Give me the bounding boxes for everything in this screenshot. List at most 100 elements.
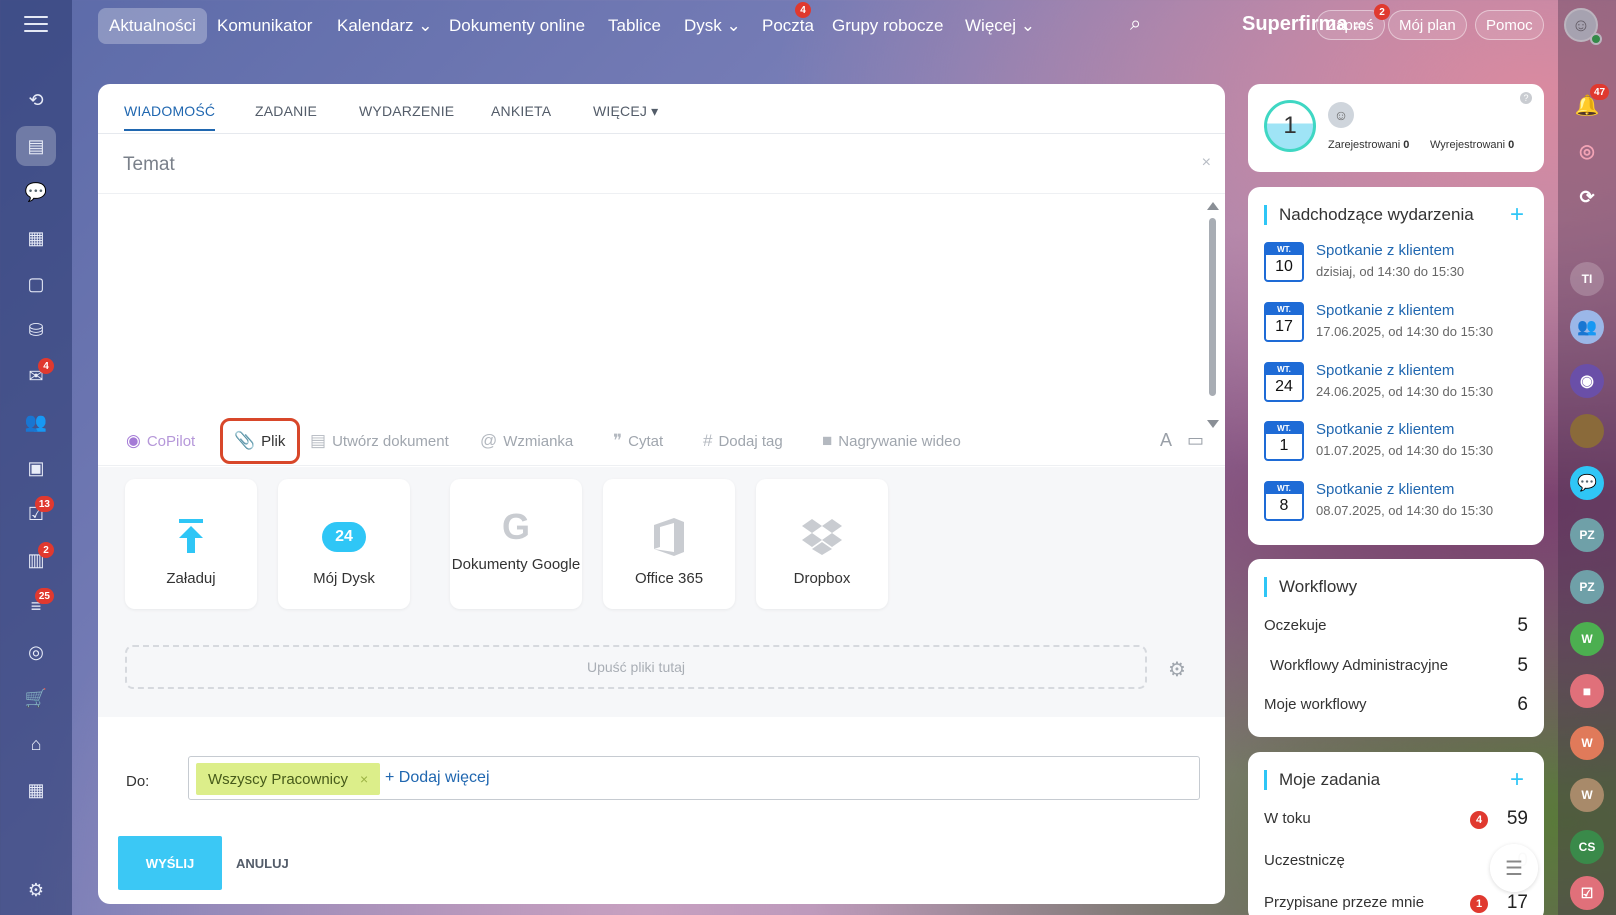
- recipient-chip[interactable]: Wszyscy Pracownicy ×: [196, 763, 381, 795]
- contact-avatar[interactable]: TI: [1570, 262, 1604, 296]
- nav-drive[interactable]: Dysk ⌄: [673, 8, 752, 44]
- user-avatar-small[interactable]: ☺: [1328, 102, 1354, 128]
- event-title[interactable]: Spotkanie z klientem: [1316, 421, 1454, 438]
- list-menu-icon[interactable]: ☰: [1490, 844, 1538, 892]
- event-title[interactable]: Spotkanie z klientem: [1316, 242, 1454, 259]
- workflow-row[interactable]: Workflowy Administracyjne 5: [1270, 655, 1528, 676]
- drive-cloud-icon: 24: [322, 517, 366, 557]
- tab-more[interactable]: WIĘCEJ ▾: [593, 103, 658, 120]
- settings-icon[interactable]: ⚙: [16, 870, 56, 910]
- task-row[interactable]: Przypisane przeze mnie 1 17: [1264, 892, 1528, 913]
- add-task-icon[interactable]: +: [1510, 766, 1524, 794]
- subject-input[interactable]: Temat: [123, 154, 175, 176]
- quote-button[interactable]: ❞ Cytat: [613, 431, 663, 451]
- workflow-row[interactable]: Oczekuje 5: [1264, 615, 1528, 636]
- nav-mail[interactable]: Poczta: [751, 8, 825, 44]
- nav-calendar[interactable]: Kalendarz ⌄: [326, 8, 444, 44]
- office365-button[interactable]: Office 365: [603, 479, 735, 609]
- create-document-button[interactable]: ▤ Utwórz dokument: [310, 431, 449, 451]
- cancel-button[interactable]: ANULUJ: [236, 856, 289, 871]
- event-title[interactable]: Spotkanie z klientem: [1316, 302, 1454, 319]
- contact-avatar[interactable]: W: [1570, 726, 1604, 760]
- my-plan-button[interactable]: Mój plan: [1388, 10, 1467, 40]
- schedule-icon[interactable]: ▦: [16, 770, 56, 810]
- tag-button[interactable]: # Dodaj tag: [703, 431, 783, 451]
- dropbox-button[interactable]: Dropbox: [756, 479, 888, 609]
- message-editor[interactable]: [98, 196, 1195, 411]
- crm-icon[interactable]: ▥ 2: [16, 540, 56, 580]
- my-drive-button[interactable]: 24 Mój Dysk: [278, 479, 410, 609]
- scrollbar-thumb[interactable]: [1209, 218, 1216, 396]
- create-document-label: Utwórz dokument: [332, 432, 449, 450]
- tab-message[interactable]: WIADOMOŚĆ: [124, 103, 216, 131]
- file-dropzone[interactable]: Upuść pliki tutaj: [125, 645, 1147, 689]
- task-row[interactable]: Uczestniczę0: [1264, 850, 1528, 871]
- contact-avatar[interactable]: CS: [1570, 830, 1604, 864]
- workflow-row[interactable]: Moje workflowy 6: [1264, 694, 1528, 715]
- funnel-icon[interactable]: ≡ 25: [16, 586, 56, 626]
- contact-avatar-photo[interactable]: [1570, 414, 1604, 448]
- video-record-button[interactable]: ■ Nagrywanie wideo: [822, 431, 961, 451]
- recipients-field[interactable]: Wszyscy Pracownicy × + Dodaj więcej: [188, 756, 1200, 800]
- contact-avatar[interactable]: W: [1570, 622, 1604, 656]
- help-icon[interactable]: ?: [1520, 92, 1532, 104]
- video-call-icon[interactable]: ■: [1570, 674, 1604, 708]
- upload-button[interactable]: Załaduj: [125, 479, 257, 609]
- copilot-button[interactable]: ◉ CoPilot: [126, 431, 195, 451]
- chat-bubble-icon[interactable]: 💬: [1570, 466, 1604, 500]
- remove-recipient-icon[interactable]: ×: [360, 771, 368, 787]
- event-title[interactable]: Spotkanie z klientem: [1316, 362, 1454, 379]
- contact-avatar[interactable]: PZ: [1570, 570, 1604, 604]
- tab-task[interactable]: ZADANIE: [255, 103, 317, 119]
- checklist-icon[interactable]: ☑: [1570, 876, 1604, 910]
- tab-poll[interactable]: ANKIETA: [491, 103, 551, 119]
- search-icon[interactable]: ⌕: [1130, 13, 1141, 36]
- editor-scrollbar[interactable]: [1207, 202, 1219, 428]
- nav-news[interactable]: Aktualności: [98, 8, 207, 44]
- sitemap-icon[interactable]: ⟲: [16, 80, 56, 120]
- layout-toggle-icon[interactable]: ▭: [1187, 430, 1204, 451]
- target-icon[interactable]: ◎: [1570, 134, 1604, 168]
- contact-avatar[interactable]: PZ: [1570, 518, 1604, 552]
- tasks-icon[interactable]: ☑ 13: [16, 494, 56, 534]
- camera-icon[interactable]: ◉: [1570, 364, 1604, 398]
- workflow-label: Oczekuje: [1264, 617, 1327, 634]
- task-row[interactable]: W toku 4 59: [1264, 808, 1528, 829]
- event-weekday: WT.: [1266, 483, 1302, 494]
- help-button[interactable]: Pomoc: [1475, 10, 1544, 40]
- feed-icon[interactable]: ▤: [16, 126, 56, 166]
- group-avatar-icon[interactable]: 👥: [1570, 310, 1604, 344]
- registered-label: Zarejestrowani 0: [1328, 139, 1409, 151]
- drive-icon[interactable]: ⛁: [16, 310, 56, 350]
- board-icon[interactable]: ▣: [16, 448, 56, 488]
- document-icon[interactable]: ▢: [16, 264, 56, 304]
- scroll-up-icon[interactable]: [1207, 202, 1219, 210]
- nav-boards[interactable]: Tablice: [597, 8, 672, 44]
- contacts-icon[interactable]: 👥: [16, 402, 56, 442]
- text-format-icon[interactable]: A: [1160, 430, 1172, 451]
- gear-icon[interactable]: ⚙: [1168, 657, 1186, 682]
- presence-counter[interactable]: 1: [1264, 100, 1316, 152]
- calendar-icon[interactable]: ▦: [16, 218, 56, 258]
- add-event-icon[interactable]: +: [1510, 201, 1524, 229]
- mail-icon[interactable]: ✉ 4: [16, 356, 56, 396]
- send-button[interactable]: WYŚLIJ: [118, 836, 222, 890]
- add-more-recipients-link[interactable]: + Dodaj więcej: [385, 769, 490, 787]
- nav-more[interactable]: Więcej ⌄: [954, 8, 1046, 44]
- history-chat-icon[interactable]: ⟳: [1570, 180, 1604, 214]
- mention-button[interactable]: @ Wzmianka: [480, 431, 573, 451]
- nav-workgroups[interactable]: Grupy robocze: [821, 8, 955, 44]
- target-icon[interactable]: ◎: [16, 632, 56, 672]
- tab-event[interactable]: WYDARZENIE: [359, 103, 454, 119]
- cart-icon[interactable]: 🛒: [16, 678, 56, 718]
- store-icon[interactable]: ⌂: [16, 724, 56, 764]
- nav-messenger[interactable]: Komunikator: [206, 8, 323, 44]
- menu-icon[interactable]: [24, 16, 48, 34]
- google-docs-button[interactable]: G Dokumenty Google: [450, 479, 582, 609]
- contact-avatar[interactable]: W: [1570, 778, 1604, 812]
- event-title[interactable]: Spotkanie z klientem: [1316, 481, 1454, 498]
- close-icon[interactable]: ×: [1202, 154, 1211, 172]
- file-button[interactable]: 📎 Plik: [234, 431, 285, 451]
- nav-online-docs[interactable]: Dokumenty online: [438, 8, 596, 44]
- chat-icon[interactable]: 💬: [16, 172, 56, 212]
